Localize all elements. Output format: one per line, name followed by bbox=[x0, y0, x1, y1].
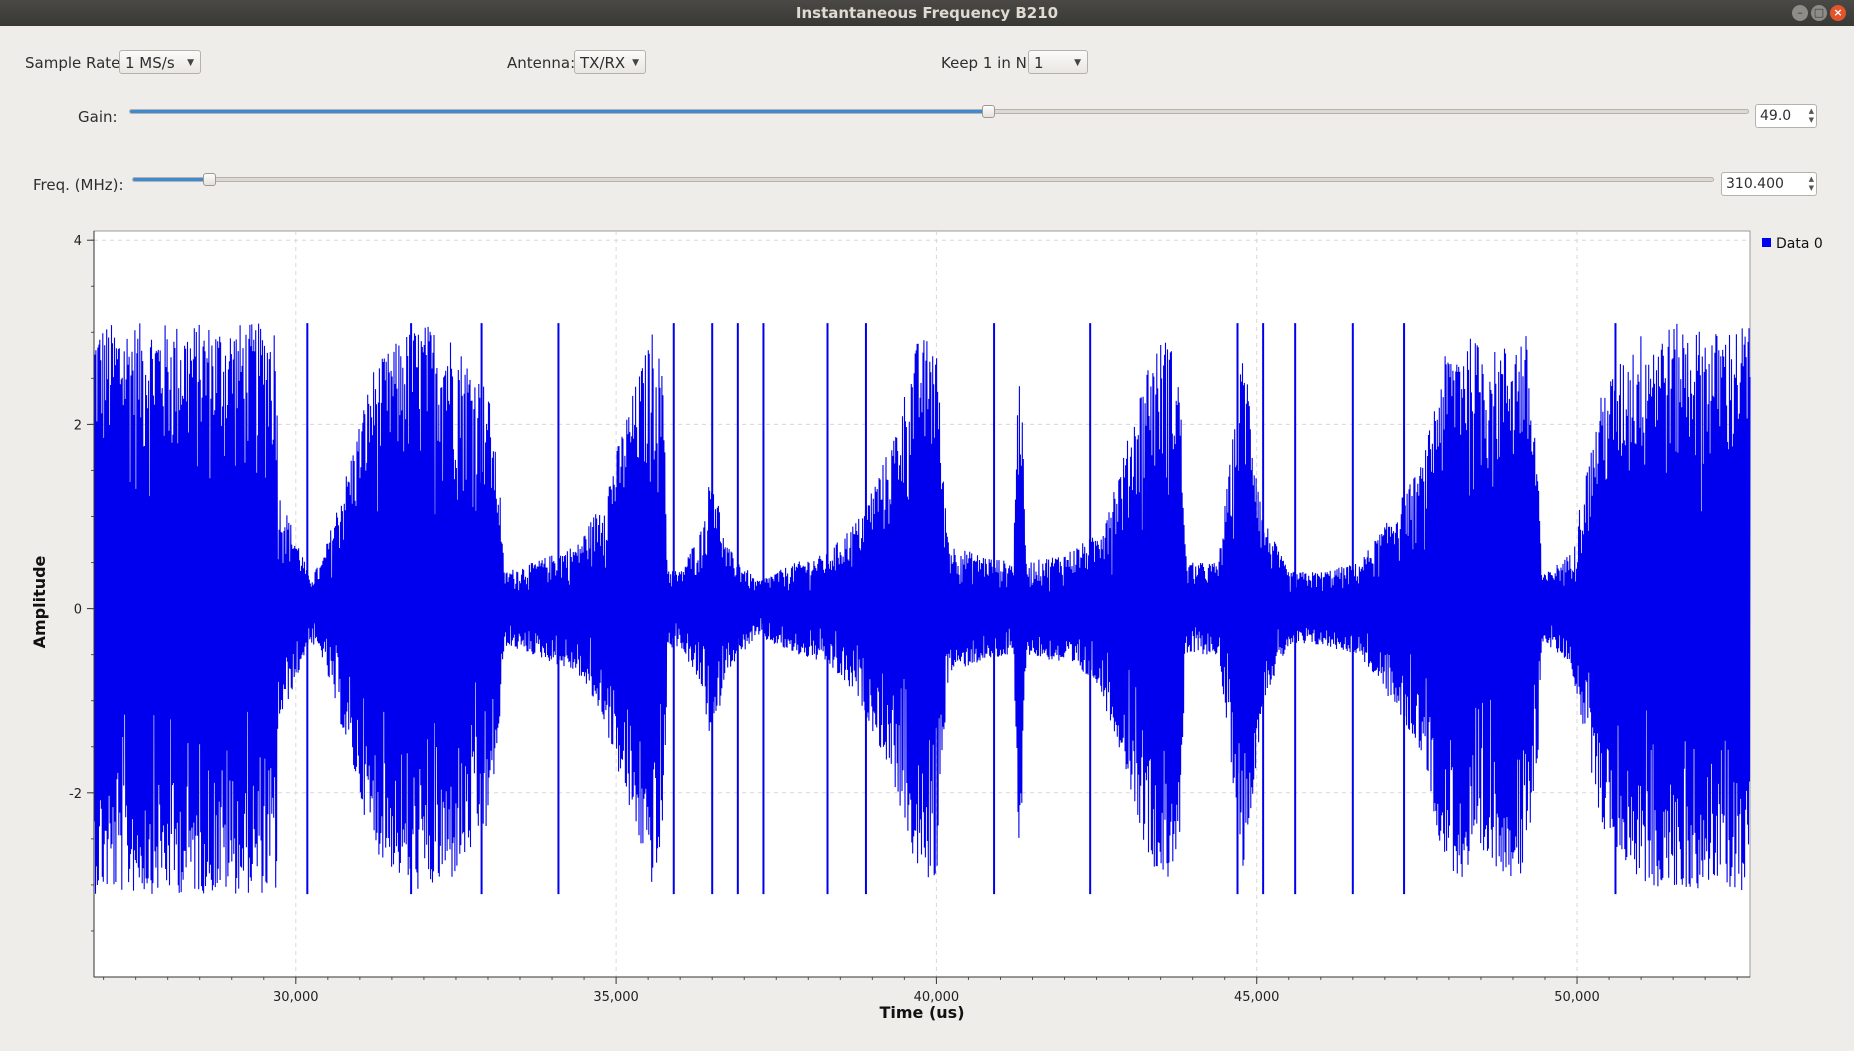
grid bbox=[94, 231, 1750, 977]
data-0-line bbox=[93, 323, 1751, 894]
x-tick-label: 40,000 bbox=[914, 990, 960, 1005]
gain-spinbox[interactable]: 49.0 ▲ ▼ bbox=[1755, 104, 1817, 128]
freq-slider-fill bbox=[133, 178, 209, 181]
plot-area bbox=[93, 230, 1751, 978]
y-tick-label: 0 bbox=[74, 603, 82, 618]
freq-value: 310.400 bbox=[1726, 176, 1784, 192]
gain-slider[interactable] bbox=[129, 105, 1749, 118]
antenna-value: TX/RX bbox=[580, 54, 626, 72]
y-tick-label: -2 bbox=[69, 787, 82, 802]
chevron-down-icon: ▼ bbox=[1074, 58, 1081, 68]
spin-down-icon[interactable]: ▼ bbox=[1809, 184, 1814, 193]
gain-slider-handle[interactable] bbox=[981, 105, 995, 118]
window-title: Instantaneous Frequency B210 bbox=[795, 4, 1059, 22]
maximize-icon[interactable]: □ bbox=[1811, 5, 1827, 21]
spin-up-icon[interactable]: ▲ bbox=[1809, 175, 1814, 184]
x-tick-label: 30,000 bbox=[273, 990, 319, 1005]
data-0-series bbox=[93, 323, 1751, 895]
legend-label: Data 0 bbox=[1776, 236, 1823, 252]
x-tick-label: 35,000 bbox=[593, 990, 639, 1005]
gain-slider-fill bbox=[130, 110, 988, 113]
antenna-label: Antenna: bbox=[507, 54, 576, 72]
axes: 30,000 35,000 40,000 45,000 50,000 4 2 0 -2 bbox=[69, 231, 1750, 1005]
gain-value: 49.0 bbox=[1760, 108, 1792, 124]
sample-rate-value: 1 MS/s bbox=[125, 54, 175, 72]
y-tick-label: 2 bbox=[74, 418, 82, 433]
antenna-combo[interactable]: TX/RX ▼ bbox=[574, 50, 646, 74]
legend-swatch bbox=[1762, 238, 1771, 247]
x-tick-label: 45,000 bbox=[1234, 990, 1280, 1005]
gain-label: Gain: bbox=[78, 108, 118, 126]
freq-label: Freq. (MHz): bbox=[33, 176, 124, 194]
freq-slider-handle[interactable] bbox=[202, 173, 216, 186]
y-tick-label: 4 bbox=[74, 234, 82, 249]
time-domain-plot: 30,000 35,000 40,000 45,000 50,000 4 2 0 -2 Time… bbox=[30, 230, 1823, 1022]
x-tick-label: 50,000 bbox=[1554, 990, 1600, 1005]
minimize-icon[interactable]: – bbox=[1792, 5, 1808, 21]
freq-spinbox[interactable]: 310.400 ▲ ▼ bbox=[1721, 172, 1817, 196]
close-icon[interactable]: × bbox=[1830, 5, 1846, 21]
keep-label: Keep 1 in N: bbox=[941, 54, 1032, 72]
sample-rate-combo[interactable]: 1 MS/s ▼ bbox=[119, 50, 201, 74]
chevron-down-icon: ▼ bbox=[187, 58, 194, 68]
y-axis-label: Amplitude bbox=[30, 555, 49, 648]
sample-rate-label: Sample Rate: bbox=[25, 54, 126, 72]
spin-up-icon[interactable]: ▲ bbox=[1809, 107, 1814, 116]
freq-slider[interactable] bbox=[132, 173, 1714, 186]
chevron-down-icon: ▼ bbox=[632, 58, 639, 68]
spin-down-icon[interactable]: ▼ bbox=[1809, 116, 1814, 125]
x-axis-label: Time (us) bbox=[879, 1003, 964, 1022]
title-bar: Instantaneous Frequency B210 – □ × bbox=[0, 0, 1854, 26]
keep-combo[interactable]: 1 ▼ bbox=[1028, 50, 1088, 74]
keep-value: 1 bbox=[1034, 54, 1044, 72]
